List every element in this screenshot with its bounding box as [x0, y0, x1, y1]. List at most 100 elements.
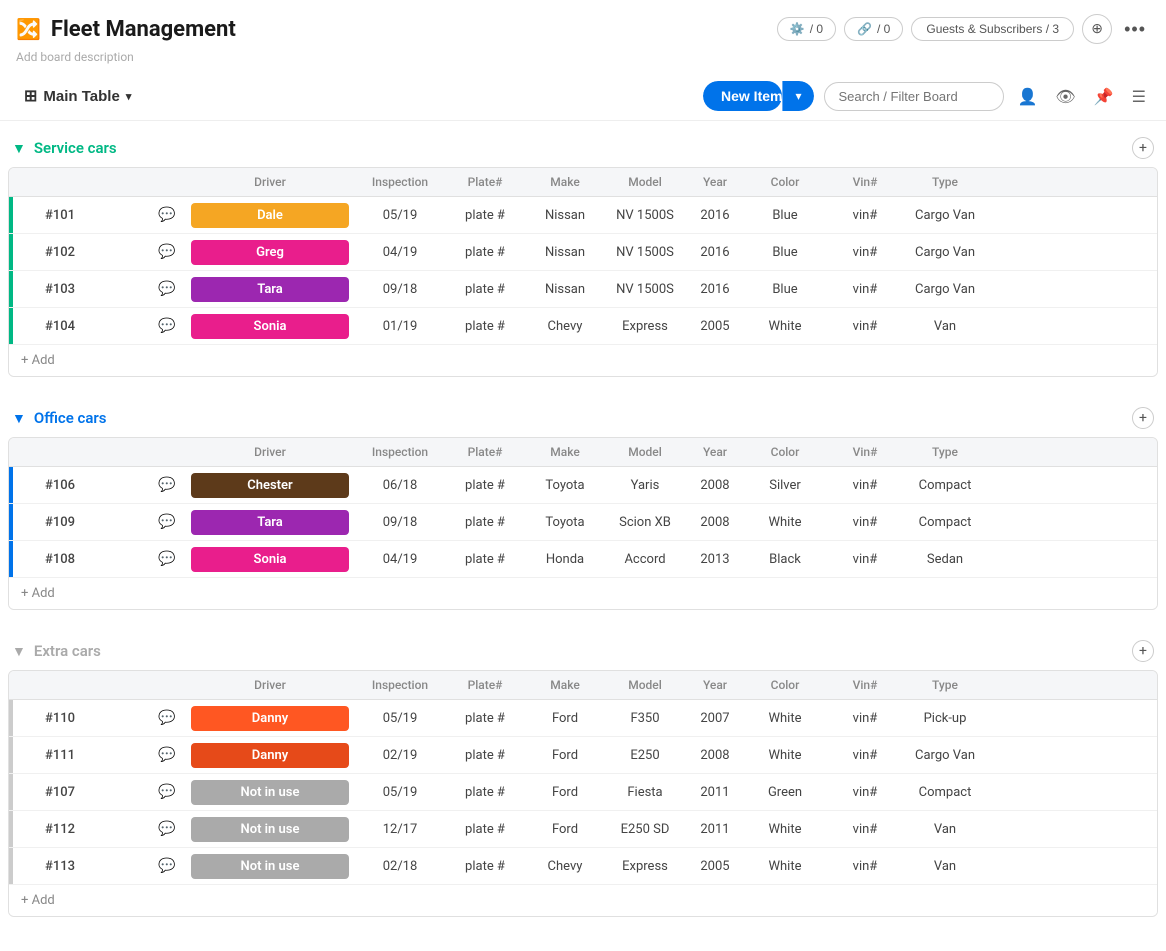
- main-table-button[interactable]: ⊞ Main Table ▾: [16, 80, 139, 112]
- filter-icon[interactable]: ☰: [1128, 83, 1150, 110]
- driver-badge[interactable]: Tara: [191, 510, 349, 535]
- guests-button[interactable]: Guests & Subscribers / 3: [911, 17, 1074, 41]
- driver-badge[interactable]: Sonia: [191, 314, 349, 339]
- driver-cell[interactable]: Danny: [185, 701, 355, 736]
- vin-cell: vin#: [825, 507, 905, 538]
- plate-cell: plate #: [445, 851, 525, 882]
- comment-icon[interactable]: 💬: [149, 784, 185, 800]
- group-extra-cars-title[interactable]: Extra cars: [34, 642, 101, 660]
- driver-badge[interactable]: Greg: [191, 240, 349, 265]
- group-service-cars-title[interactable]: Service cars: [34, 139, 117, 157]
- group-office-cars-add-button[interactable]: +: [1132, 407, 1154, 429]
- automation-count: / 0: [810, 22, 823, 36]
- automation-button[interactable]: ⚙️ / 0: [777, 17, 836, 41]
- driver-cell[interactable]: Sonia: [185, 309, 355, 344]
- plate-cell: plate #: [445, 470, 525, 501]
- comment-icon[interactable]: 💬: [149, 318, 185, 334]
- col-inspection: Inspection: [355, 168, 445, 196]
- driver-cell[interactable]: Tara: [185, 505, 355, 540]
- comment-icon[interactable]: 💬: [149, 207, 185, 223]
- col-plate: Plate#: [445, 438, 525, 466]
- more-button[interactable]: •••: [1120, 19, 1150, 40]
- group-service-cars-chevron[interactable]: ▼: [12, 140, 26, 157]
- inspection-cell: 01/19: [355, 311, 445, 342]
- col-color: [9, 168, 39, 196]
- color-cell: Blue: [745, 237, 825, 268]
- year-cell: 2016: [685, 200, 745, 231]
- table-row: #113 💬 Not in use 02/18 plate # Chevy Ex…: [9, 848, 1157, 885]
- col-color: Color: [745, 438, 825, 466]
- comment-icon[interactable]: 💬: [149, 244, 185, 260]
- group-office-cars-chevron[interactable]: ▼: [12, 410, 26, 427]
- plate-cell: plate #: [445, 544, 525, 575]
- office-cars-add-row[interactable]: + Add: [9, 578, 1157, 609]
- year-cell: 2005: [685, 851, 745, 882]
- group-extra-cars: ▼ Extra cars + Driver Inspection Plate# …: [8, 634, 1158, 917]
- plate-cell: plate #: [445, 703, 525, 734]
- make-cell: Nissan: [525, 200, 605, 231]
- driver-cell[interactable]: Danny: [185, 738, 355, 773]
- app-title: Fleet Management: [51, 17, 236, 42]
- driver-badge[interactable]: Not in use: [191, 780, 349, 805]
- comment-icon[interactable]: 💬: [149, 551, 185, 567]
- group-extra-cars-chevron[interactable]: ▼: [12, 643, 26, 660]
- row-id: #113: [39, 851, 149, 882]
- comment-icon[interactable]: 💬: [149, 747, 185, 763]
- row-color-bar: [9, 811, 13, 847]
- new-item-button[interactable]: New Item: [703, 81, 782, 111]
- driver-badge[interactable]: Sonia: [191, 547, 349, 572]
- extra-cars-add-row[interactable]: + Add: [9, 885, 1157, 916]
- col-plate: Plate#: [445, 671, 525, 699]
- driver-cell[interactable]: Chester: [185, 468, 355, 503]
- comment-icon[interactable]: 💬: [149, 281, 185, 297]
- comment-icon[interactable]: 💬: [149, 858, 185, 874]
- driver-cell[interactable]: Tara: [185, 272, 355, 307]
- comment-icon[interactable]: 💬: [149, 477, 185, 493]
- driver-cell[interactable]: Not in use: [185, 812, 355, 847]
- driver-cell[interactable]: Not in use: [185, 849, 355, 884]
- driver-cell[interactable]: Greg: [185, 235, 355, 270]
- watch-icon[interactable]: 👁: [1051, 83, 1079, 110]
- type-cell: Pick-up: [905, 703, 985, 734]
- pin-icon[interactable]: 📌: [1090, 83, 1118, 110]
- model-cell: Express: [605, 311, 685, 342]
- comment-icon[interactable]: 💬: [149, 514, 185, 530]
- color-cell: White: [745, 507, 825, 538]
- group-office-cars-title[interactable]: Office cars: [34, 409, 107, 427]
- model-cell: NV 1500S: [605, 237, 685, 268]
- driver-badge[interactable]: Danny: [191, 706, 349, 731]
- model-cell: NV 1500S: [605, 274, 685, 305]
- model-cell: Accord: [605, 544, 685, 575]
- color-cell: Green: [745, 777, 825, 808]
- new-item-dropdown-button[interactable]: ▾: [782, 81, 813, 111]
- driver-cell[interactable]: Dale: [185, 198, 355, 233]
- driver-badge[interactable]: Danny: [191, 743, 349, 768]
- group-service-cars-add-button[interactable]: +: [1132, 137, 1154, 159]
- vin-cell: vin#: [825, 200, 905, 231]
- driver-badge[interactable]: Chester: [191, 473, 349, 498]
- col-type: Type: [905, 438, 985, 466]
- driver-badge[interactable]: Not in use: [191, 817, 349, 842]
- invite-button[interactable]: ⊕: [1082, 14, 1112, 44]
- group-extra-cars-add-button[interactable]: +: [1132, 640, 1154, 662]
- col-color: [9, 671, 39, 699]
- driver-badge[interactable]: Tara: [191, 277, 349, 302]
- group-office-cars: ▼ Office cars + Driver Inspection Plate#…: [8, 401, 1158, 610]
- driver-cell[interactable]: Not in use: [185, 775, 355, 810]
- type-cell: Van: [905, 311, 985, 342]
- model-cell: NV 1500S: [605, 200, 685, 231]
- profile-icon[interactable]: 👤: [1014, 83, 1042, 110]
- table-row: #109 💬 Tara 09/18 plate # Toyota Scion X…: [9, 504, 1157, 541]
- color-cell: White: [745, 851, 825, 882]
- comment-icon[interactable]: 💬: [149, 821, 185, 837]
- service-cars-add-row[interactable]: + Add: [9, 345, 1157, 376]
- row-color-bar: [9, 234, 13, 270]
- driver-badge[interactable]: Not in use: [191, 854, 349, 879]
- search-input[interactable]: [824, 82, 1004, 111]
- driver-badge[interactable]: Dale: [191, 203, 349, 228]
- color-cell: White: [745, 740, 825, 771]
- comment-icon[interactable]: 💬: [149, 710, 185, 726]
- inspection-cell: 05/19: [355, 703, 445, 734]
- driver-cell[interactable]: Sonia: [185, 542, 355, 577]
- integration-button[interactable]: 🔗 / 0: [844, 17, 903, 41]
